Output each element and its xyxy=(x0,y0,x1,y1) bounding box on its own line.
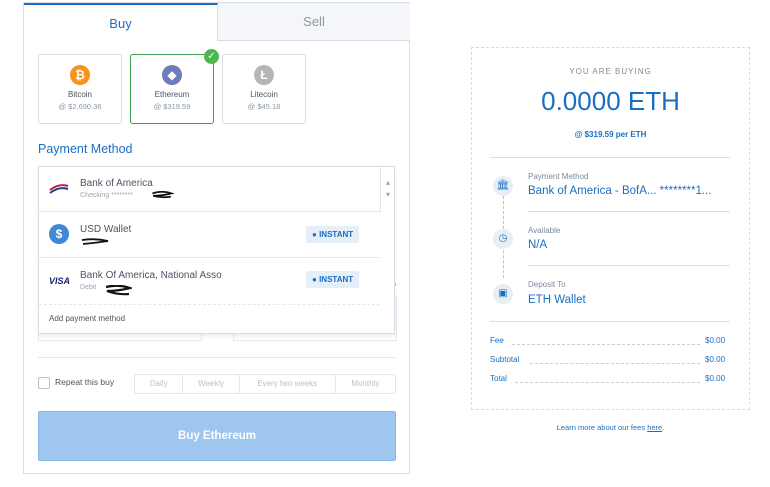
bank-icon: 🏛 xyxy=(493,176,513,196)
fees-footer-end: . xyxy=(662,423,665,432)
bitcoin-icon: ₿ xyxy=(70,65,90,85)
leader-dots xyxy=(515,382,700,383)
purchase-amount: 0.0000 ETH xyxy=(541,86,680,116)
ethereum-icon: ◆ xyxy=(162,65,182,85)
subtotal-label: Subtotal xyxy=(490,355,520,364)
available-label: Available xyxy=(528,226,561,235)
fee-label: Fee xyxy=(490,336,504,345)
divider xyxy=(528,265,730,266)
currency-name: Litecoin xyxy=(250,90,278,99)
summary-heading: YOU ARE BUYING xyxy=(569,67,652,76)
tab-sell[interactable]: Sell xyxy=(218,3,410,41)
repeat-checkbox[interactable] xyxy=(38,377,50,389)
frequency-every-two-weeks[interactable]: Every two weeks xyxy=(240,375,336,393)
leader-dots xyxy=(530,363,700,364)
payment-option-name: Bank of America xyxy=(80,178,153,189)
payment-option-name: Bank Of America, National Asso xyxy=(80,270,222,281)
usd-wallet-icon: $ xyxy=(49,224,69,244)
currency-price: @ $45.18 xyxy=(247,102,281,111)
fees-here-link[interactable]: here xyxy=(647,423,662,432)
total-value: $0.00 xyxy=(705,374,726,383)
payment-option-usd-wallet[interactable]: $ USD Wallet ● INSTANT xyxy=(39,212,380,258)
instant-badge: ● INSTANT xyxy=(306,271,360,288)
divider xyxy=(490,321,730,322)
repeat-frequency-group: Daily Weekly Every two weeks Monthly xyxy=(134,374,396,394)
deposit-label: Deposit To xyxy=(528,280,566,289)
deposit-value: ETH Wallet xyxy=(528,294,586,306)
divider xyxy=(528,211,730,212)
available-value: N/A xyxy=(528,239,548,251)
redaction-scribble-icon xyxy=(105,285,132,296)
currency-price: @ $319.59 xyxy=(153,102,191,111)
frequency-monthly[interactable]: Monthly xyxy=(336,375,395,393)
frequency-weekly[interactable]: Weekly xyxy=(183,375,240,393)
divider xyxy=(490,157,730,158)
redaction-scribble-icon xyxy=(152,191,175,199)
payment-method-label: Payment Method xyxy=(528,172,589,181)
clock-icon: ◷ xyxy=(493,229,513,249)
fees-footer-text: Learn more about our fees xyxy=(556,423,648,432)
payment-option-boa-debit[interactable]: VISA Bank Of America, National Asso Debi… xyxy=(39,258,380,305)
tab-buy[interactable]: Buy xyxy=(24,3,218,41)
redaction-scribble-icon xyxy=(81,238,109,245)
payment-option-sub: Debit xyxy=(80,284,97,291)
repeat-label: Repeat this buy xyxy=(55,377,115,387)
payment-method-value: Bank of America - BofA... ********1... xyxy=(528,185,712,197)
payment-option-name: USD Wallet xyxy=(80,224,132,235)
selected-check-icon: ✓ xyxy=(204,49,219,64)
total-label: Total xyxy=(490,374,507,383)
frequency-daily[interactable]: Daily xyxy=(135,375,184,393)
fee-value: $0.00 xyxy=(705,336,726,345)
litecoin-icon: Ł xyxy=(254,65,274,85)
payment-option-bank-of-america[interactable]: Bank of America Checking ******** xyxy=(39,167,380,212)
dropdown-toggle-icon[interactable]: ▴ ▾ xyxy=(380,167,395,212)
payment-method-title: Payment Method xyxy=(38,142,133,156)
exchange-rate: @ $319.59 per ETH xyxy=(574,130,647,139)
instant-badge-text: INSTANT xyxy=(319,230,354,239)
fees-footer: Learn more about our fees here. xyxy=(471,423,750,432)
currency-tile-ethereum[interactable]: ◆ Ethereum @ $319.59 xyxy=(130,54,214,124)
bank-of-america-logo-icon xyxy=(49,184,69,194)
currency-name: Ethereum xyxy=(154,90,190,99)
leader-dots xyxy=(512,344,700,345)
payment-option-sub: Checking ******** xyxy=(80,192,133,199)
instant-badge-text: INSTANT xyxy=(319,275,354,284)
instant-badge: ● INSTANT xyxy=(306,226,360,243)
divider xyxy=(38,357,396,358)
currency-price: @ $2,690.36 xyxy=(58,102,102,111)
subtotal-value: $0.00 xyxy=(705,355,726,364)
currency-tile-bitcoin[interactable]: ₿ Bitcoin @ $2,690.36 xyxy=(38,54,122,124)
wallet-icon: ▣ xyxy=(493,284,513,304)
add-payment-method-link[interactable]: Add payment method xyxy=(49,314,125,323)
buy-ethereum-button[interactable]: Buy Ethereum xyxy=(38,411,396,461)
visa-logo-icon: VISA xyxy=(49,276,71,286)
payment-method-dropdown[interactable]: Bank of America Checking ******** ▴ ▾ $ U… xyxy=(38,166,395,334)
currency-name: Bitcoin xyxy=(67,90,92,99)
currency-tile-litecoin[interactable]: Ł Litecoin @ $45.18 xyxy=(222,54,306,124)
